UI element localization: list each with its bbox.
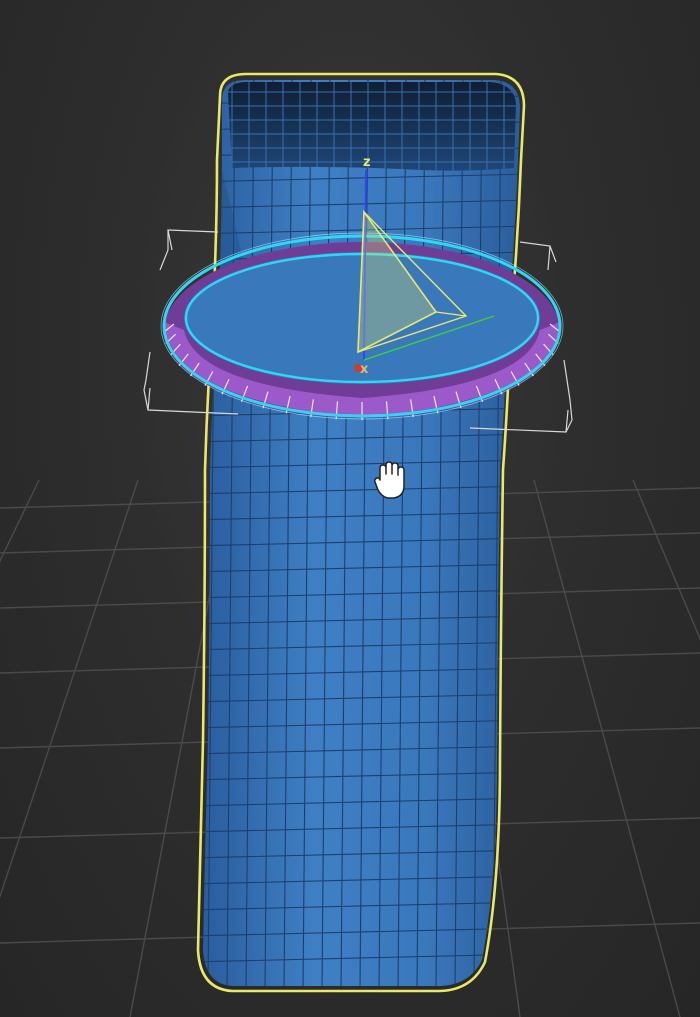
mesh-interior: [228, 82, 516, 171]
mesh-object[interactable]: [190, 80, 530, 990]
z-axis-label: z: [363, 155, 371, 170]
grid-line: [632, 479, 700, 641]
grid-line: [0, 479, 139, 899]
viewport-scene[interactable]: z x: [0, 0, 700, 1017]
x-axis-label: x: [360, 362, 369, 377]
grid-line: [533, 479, 681, 1017]
3d-viewport[interactable]: z x: [0, 0, 700, 1017]
